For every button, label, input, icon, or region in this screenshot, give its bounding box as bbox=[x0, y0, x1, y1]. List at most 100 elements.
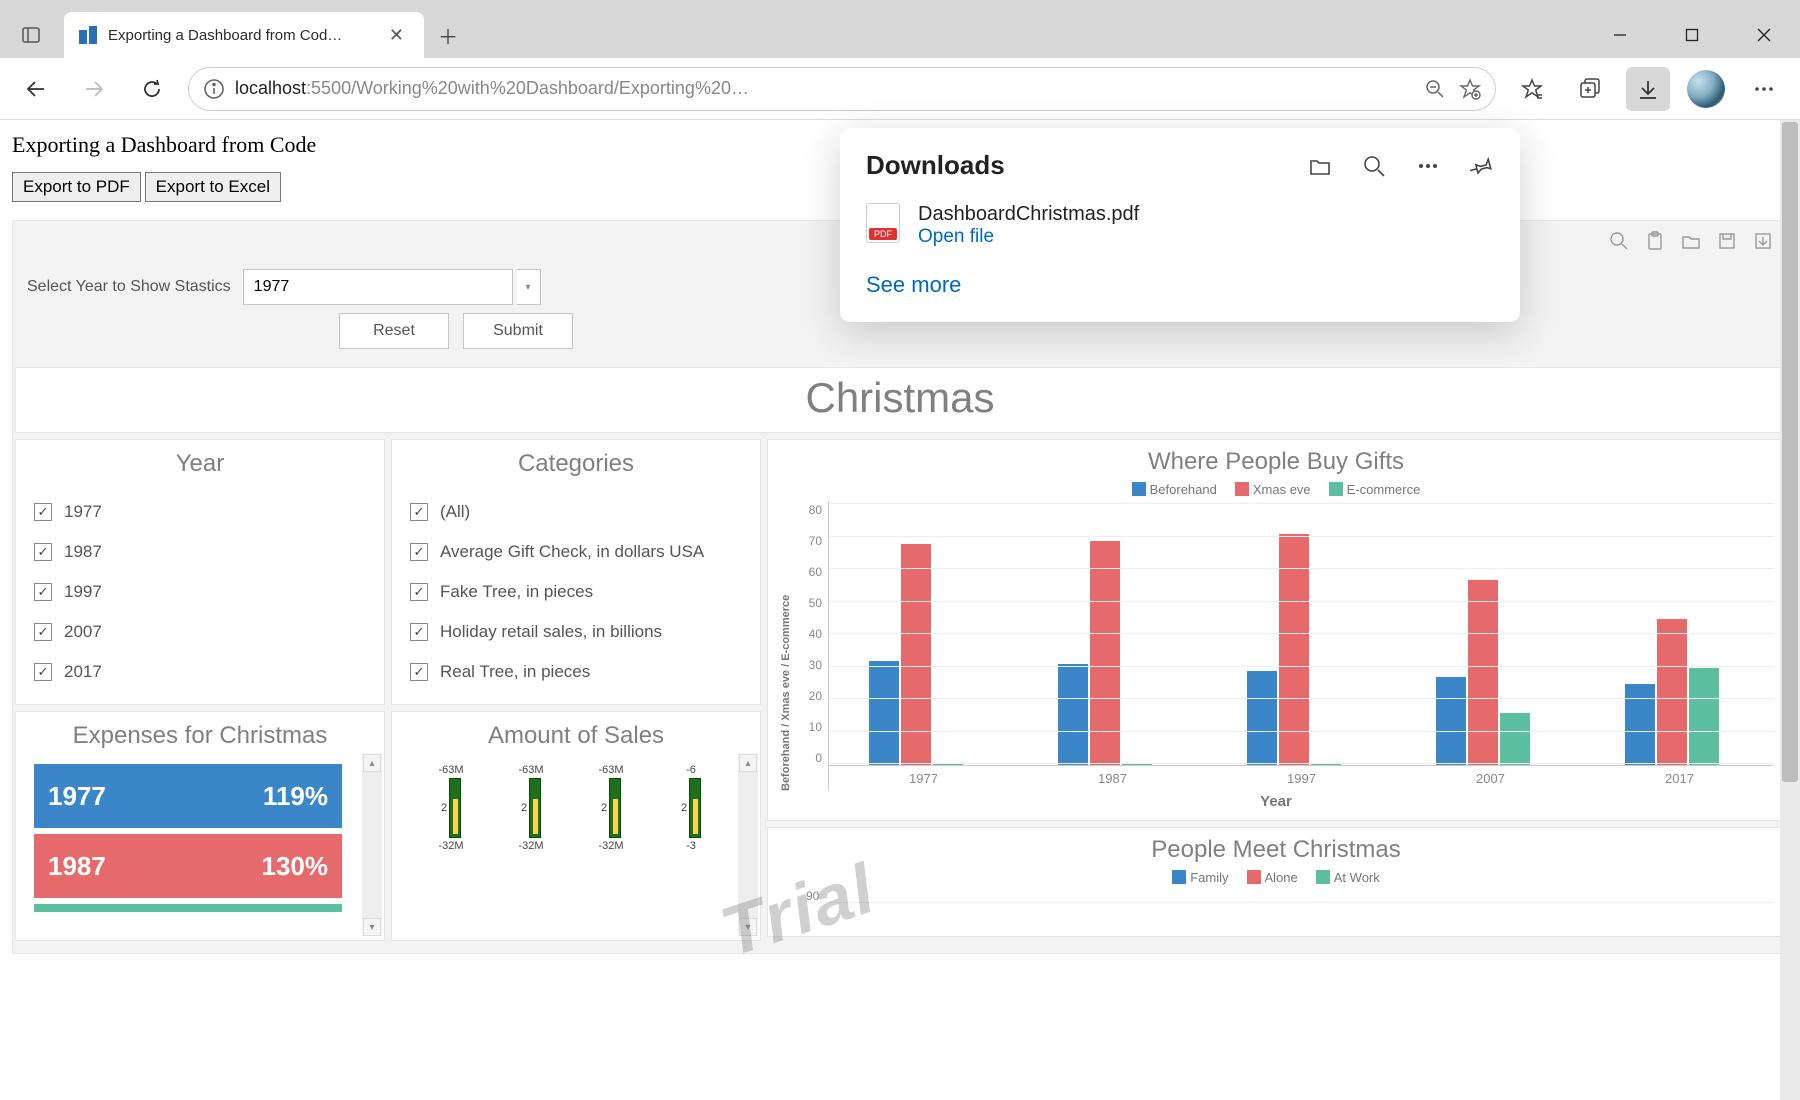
add-favorite-icon[interactable] bbox=[1459, 78, 1481, 100]
search-icon[interactable] bbox=[1609, 231, 1629, 251]
chart1-xlabel: Year bbox=[778, 793, 1774, 810]
scroll-up-icon[interactable]: ▴ bbox=[363, 754, 381, 772]
year-select-dropdown-button[interactable]: ▾ bbox=[517, 269, 541, 305]
bar-beforehand-1997[interactable] bbox=[1247, 671, 1277, 765]
year-label: 2007 bbox=[64, 622, 102, 642]
checkbox-icon[interactable]: ✓ bbox=[34, 543, 52, 561]
zoom-out-icon[interactable] bbox=[1425, 79, 1445, 99]
dashboard-title: Christmas bbox=[15, 367, 1785, 433]
category-check-1[interactable]: ✓Average Gift Check, in dollars USA bbox=[410, 532, 742, 572]
export-pdf-button[interactable]: Export to PDF bbox=[12, 172, 141, 202]
downloads-more-icon[interactable] bbox=[1416, 154, 1440, 178]
category-check-2[interactable]: ✓ Fake Tree, in pieces bbox=[410, 572, 742, 612]
browser-toolbar: localhost:5500/Working%20with%20Dashboar… bbox=[0, 58, 1800, 120]
expenses-scrollbar[interactable]: ▴▾ bbox=[362, 754, 382, 936]
bar-e-commerce-2007[interactable] bbox=[1500, 713, 1530, 765]
chart1-legend: Beforehand Xmas eve E-commerce bbox=[778, 482, 1774, 497]
open-icon[interactable] bbox=[1681, 231, 1701, 251]
downloads-popover: Downloads DashboardChristmas.pdf Open fi… bbox=[840, 128, 1520, 322]
new-tab-button[interactable]: ＋ bbox=[424, 12, 472, 58]
year-check-1997[interactable]: ✓ 1997 bbox=[34, 572, 366, 612]
category-check-3[interactable]: ✓Holiday retail sales, in billions bbox=[410, 612, 742, 652]
forward-button[interactable] bbox=[72, 67, 116, 111]
collections-button[interactable] bbox=[1568, 67, 1612, 111]
downloads-see-more-link[interactable]: See more bbox=[866, 272, 1494, 298]
tab-actions-button[interactable] bbox=[8, 12, 54, 58]
year-check-2017[interactable]: ✓ 2017 bbox=[34, 652, 366, 692]
reset-button[interactable]: Reset bbox=[339, 313, 449, 349]
year-check-2007[interactable]: ✓ 2007 bbox=[34, 612, 366, 652]
year-label: 1997 bbox=[64, 582, 102, 602]
expenses-title: Expenses for Christmas bbox=[34, 722, 366, 750]
clipboard-icon[interactable] bbox=[1645, 231, 1665, 251]
minimize-button[interactable] bbox=[1584, 12, 1656, 58]
category-check-0[interactable]: ✓ (All) bbox=[410, 492, 742, 532]
year-label: 2017 bbox=[64, 662, 102, 682]
checkbox-icon[interactable]: ✓ bbox=[410, 503, 428, 521]
tab-close-button[interactable]: ✕ bbox=[383, 25, 410, 46]
x-tick: 1987 bbox=[1098, 771, 1127, 786]
categories-panel-title: Categories bbox=[410, 450, 742, 478]
bar-beforehand-1977[interactable] bbox=[869, 661, 899, 765]
download-open-file-link[interactable]: Open file bbox=[918, 226, 1139, 248]
refresh-button[interactable] bbox=[130, 67, 174, 111]
downloads-search-icon[interactable] bbox=[1362, 154, 1386, 178]
download-item[interactable]: DashboardChristmas.pdf Open file bbox=[866, 203, 1494, 248]
menu-button[interactable] bbox=[1742, 67, 1786, 111]
site-info-icon[interactable] bbox=[203, 78, 225, 100]
favorites-button[interactable] bbox=[1510, 67, 1554, 111]
bar-beforehand-2007[interactable] bbox=[1436, 677, 1466, 765]
category-label: Fake Tree, in pieces bbox=[440, 582, 593, 602]
profile-avatar[interactable] bbox=[1684, 67, 1728, 111]
address-url: localhost:5500/Working%20with%20Dashboar… bbox=[235, 78, 749, 99]
downloads-button[interactable] bbox=[1626, 67, 1670, 111]
back-button[interactable] bbox=[14, 67, 58, 111]
downloads-folder-icon[interactable] bbox=[1308, 154, 1332, 178]
scrollbar-thumb[interactable] bbox=[1782, 122, 1798, 782]
expense-row-1987[interactable]: 1987 130% bbox=[34, 834, 342, 898]
pdf-file-icon bbox=[866, 203, 900, 243]
checkbox-icon[interactable]: ✓ bbox=[34, 623, 52, 641]
download-file-name: DashboardChristmas.pdf bbox=[918, 203, 1139, 226]
sales-title: Amount of Sales bbox=[410, 722, 742, 750]
bar-xmas-eve-2007[interactable] bbox=[1468, 580, 1498, 765]
browser-tab-strip: Exporting a Dashboard from Cod… ✕ ＋ bbox=[0, 0, 1800, 58]
checkbox-icon[interactable]: ✓ bbox=[34, 503, 52, 521]
year-panel-title: Year bbox=[34, 450, 366, 478]
category-label: (All) bbox=[440, 502, 470, 522]
bar-beforehand-2017[interactable] bbox=[1625, 684, 1655, 765]
scroll-down-icon[interactable]: ▾ bbox=[363, 918, 381, 936]
scroll-up-icon[interactable]: ▴ bbox=[739, 754, 757, 772]
address-bar[interactable]: localhost:5500/Working%20with%20Dashboar… bbox=[188, 67, 1496, 111]
downloads-pin-icon[interactable] bbox=[1470, 154, 1494, 178]
bar-xmas-eve-1977[interactable] bbox=[901, 544, 931, 765]
expense-row-next[interactable] bbox=[34, 904, 342, 912]
scroll-down-icon[interactable]: ▾ bbox=[739, 918, 757, 936]
year-check-1987[interactable]: ✓ 1987 bbox=[34, 532, 366, 572]
checkbox-icon[interactable]: ✓ bbox=[410, 583, 428, 601]
close-window-button[interactable] bbox=[1728, 12, 1800, 58]
checkbox-icon[interactable]: ✓ bbox=[34, 583, 52, 601]
page-scrollbar[interactable] bbox=[1780, 120, 1800, 1100]
year-select-input[interactable] bbox=[243, 269, 513, 305]
export-excel-button[interactable]: Export to Excel bbox=[145, 172, 281, 202]
sales-panel: Amount of Sales -63M2-32M -63M2-32M -63M… bbox=[391, 711, 761, 941]
year-label: 1977 bbox=[64, 502, 102, 522]
save-icon[interactable] bbox=[1717, 231, 1737, 251]
maximize-button[interactable] bbox=[1656, 12, 1728, 58]
bar-e-commerce-2017[interactable] bbox=[1689, 668, 1719, 766]
year-label: 1987 bbox=[64, 542, 102, 562]
checkbox-icon[interactable]: ✓ bbox=[410, 623, 428, 641]
bar-beforehand-1987[interactable] bbox=[1058, 664, 1088, 765]
export-icon[interactable] bbox=[1753, 231, 1773, 251]
submit-button[interactable]: Submit bbox=[463, 313, 573, 349]
checkbox-icon[interactable]: ✓ bbox=[34, 663, 52, 681]
checkbox-icon[interactable]: ✓ bbox=[410, 663, 428, 681]
year-check-1977[interactable]: ✓ 1977 bbox=[34, 492, 366, 532]
sales-scrollbar[interactable]: ▴▾ bbox=[738, 754, 758, 936]
bar-xmas-eve-2017[interactable] bbox=[1657, 619, 1687, 765]
checkbox-icon[interactable]: ✓ bbox=[410, 543, 428, 561]
expense-row-1977[interactable]: 1977 119% bbox=[34, 764, 342, 828]
browser-tab-active[interactable]: Exporting a Dashboard from Cod… ✕ bbox=[64, 12, 424, 58]
category-check-4[interactable]: ✓Real Tree, in pieces bbox=[410, 652, 742, 692]
